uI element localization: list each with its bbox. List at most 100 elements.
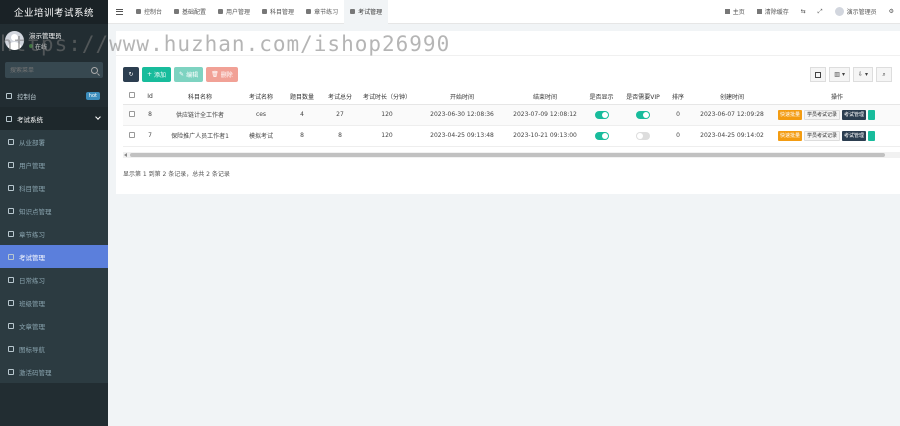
batch-button[interactable]: 快速批量 bbox=[778, 109, 803, 120]
checkbox[interactable] bbox=[129, 131, 135, 138]
sidebar-item-exam-manage[interactable]: 考试管理 bbox=[0, 245, 108, 268]
header-vip[interactable]: 是否需要VIP bbox=[620, 89, 666, 105]
gear-icon bbox=[8, 138, 14, 145]
gear-icon[interactable]: ⚙ bbox=[883, 8, 900, 15]
exam-manage-button[interactable]: 考试管理 bbox=[842, 109, 867, 120]
records-button[interactable]: 学员考试记录 bbox=[804, 130, 841, 141]
show-toggle[interactable] bbox=[594, 110, 609, 119]
search-icon[interactable] bbox=[91, 66, 98, 74]
caret-down-icon: ▾ bbox=[841, 71, 845, 78]
tab-subjects[interactable]: 科目管理 bbox=[256, 0, 300, 24]
home-icon bbox=[724, 9, 730, 14]
toolbar: ↻ + 添加 ✎ 编辑 🗑 删除 bbox=[123, 67, 238, 82]
home-link[interactable]: 主页 bbox=[719, 7, 751, 16]
search-toggle-button[interactable]: ⌕ bbox=[876, 67, 892, 82]
hot-badge: hot bbox=[85, 91, 100, 100]
fullscreen-icon[interactable]: ⤢ bbox=[812, 8, 829, 16]
sidebar-item-knowledge[interactable]: 知识点管理 bbox=[0, 199, 108, 222]
header-exam-name[interactable]: 考试名称 bbox=[241, 89, 281, 105]
header-end-time[interactable]: 结束时间 bbox=[507, 89, 583, 105]
sidebar-item-deploy[interactable]: 从业部署 bbox=[0, 130, 108, 153]
sidebar-item-icon-nav[interactable]: 图标导航 bbox=[0, 337, 108, 360]
cell-actions: 快速批量 学员考试记录 考试管理 bbox=[774, 104, 900, 126]
export-button[interactable]: ⇩ ▾ bbox=[852, 67, 873, 82]
graduation-icon bbox=[350, 9, 356, 14]
refresh-button[interactable]: ↻ bbox=[123, 67, 139, 82]
records-button[interactable]: 学员考试记录 bbox=[804, 109, 841, 120]
avatar bbox=[834, 7, 844, 16]
vip-toggle[interactable] bbox=[636, 110, 650, 119]
header-id[interactable]: Id bbox=[141, 89, 159, 105]
book-icon bbox=[8, 207, 14, 214]
batch-button[interactable]: 快速批量 bbox=[778, 130, 803, 141]
key-icon bbox=[8, 368, 14, 375]
edit-button[interactable]: ✎ 编辑 bbox=[174, 67, 204, 82]
pencil-icon: ✎ bbox=[179, 71, 185, 78]
cell-score: 27 bbox=[323, 104, 357, 126]
header-select-all[interactable] bbox=[123, 89, 141, 105]
grid-icon bbox=[8, 345, 14, 352]
scroll-left-icon[interactable] bbox=[124, 153, 127, 157]
columns-button[interactable]: ▥ ▾ bbox=[829, 67, 850, 82]
clear-cache-button[interactable]: 清除缓存 bbox=[751, 7, 795, 16]
row-checkbox[interactable] bbox=[123, 104, 141, 126]
row-checkbox[interactable] bbox=[123, 125, 141, 147]
user-menu[interactable]: 演示管理员 bbox=[829, 7, 883, 16]
table-row[interactable]: 8 供应链计全工作者 ces 4 27 120 2023-06-30 12:08… bbox=[123, 104, 900, 126]
user-name: 演示管理员 bbox=[29, 31, 62, 40]
tab-dashboard[interactable]: 控制台 bbox=[130, 0, 168, 24]
edit-row-icon[interactable] bbox=[868, 130, 876, 141]
header-show[interactable]: 是否显示 bbox=[583, 89, 620, 105]
add-button[interactable]: + 添加 bbox=[142, 67, 172, 82]
sidebar-item-class[interactable]: 班级管理 bbox=[0, 291, 108, 314]
toggle-view-button[interactable] bbox=[810, 67, 827, 82]
sidebar-item-activation[interactable]: 激活码管理 bbox=[0, 360, 108, 383]
header-total-score[interactable]: 考试总分 bbox=[323, 89, 357, 105]
pencil-icon bbox=[306, 9, 312, 14]
tab-users[interactable]: 用户管理 bbox=[212, 0, 256, 24]
tab-config[interactable]: 基础配置 bbox=[168, 0, 212, 24]
user-panel: 演示管理员 在线 bbox=[0, 24, 108, 56]
tab-exam-manage[interactable]: 考试管理 bbox=[344, 0, 389, 24]
sidebar-item-users[interactable]: 用户管理 bbox=[0, 153, 108, 176]
header-created[interactable]: 创建时间 bbox=[690, 89, 774, 105]
sidebar-item-dashboard[interactable]: 控制台 hot bbox=[0, 84, 108, 107]
tab-chapter[interactable]: 章节练习 bbox=[300, 0, 344, 24]
header-duration[interactable]: 考试时长（分钟） bbox=[357, 89, 417, 105]
header-sort[interactable]: 排序 bbox=[666, 89, 690, 105]
show-toggle[interactable] bbox=[594, 131, 609, 140]
delete-button[interactable]: 🗑 删除 bbox=[206, 67, 238, 82]
checkbox[interactable] bbox=[129, 92, 135, 99]
cell-score: 8 bbox=[323, 125, 357, 147]
pagination-info: 显示第 1 到第 2 条记录，总共 2 条记录 bbox=[123, 171, 230, 178]
cell-sort: 0 bbox=[666, 125, 690, 147]
menu-toggle-icon[interactable] bbox=[108, 8, 130, 15]
edit-row-icon[interactable] bbox=[868, 109, 876, 120]
language-icon[interactable]: ⇆ bbox=[795, 8, 812, 15]
calendar-icon bbox=[8, 276, 14, 283]
horizontal-scrollbar[interactable] bbox=[123, 152, 900, 158]
header-subject[interactable]: 科目名称 bbox=[159, 89, 241, 105]
sidebar-item-exam-system[interactable]: 考试系统 bbox=[0, 107, 108, 130]
sidebar: 企业培训考试系统 演示管理员 在线 控制台hot 考试系统 从业部署 用户管理 … bbox=[0, 0, 108, 426]
header-question-count[interactable]: 题目数量 bbox=[281, 89, 323, 105]
sidebar-item-subjects[interactable]: 科目管理 bbox=[0, 176, 108, 199]
header-actions: 操作 bbox=[774, 89, 900, 105]
checkbox[interactable] bbox=[129, 110, 135, 117]
exam-manage-button[interactable]: 考试管理 bbox=[842, 130, 867, 141]
sidebar-item-articles[interactable]: 文章管理 bbox=[0, 314, 108, 337]
cell-show bbox=[583, 104, 620, 126]
pencil-icon bbox=[8, 230, 14, 237]
scrollbar-thumb[interactable] bbox=[130, 153, 885, 157]
header-start-time[interactable]: 开始时间 bbox=[417, 89, 507, 105]
vip-toggle[interactable] bbox=[636, 131, 650, 140]
sidebar-search bbox=[5, 62, 103, 78]
cell-duration: 120 bbox=[357, 104, 417, 126]
sidebar-item-daily-practice[interactable]: 日常练习 bbox=[0, 268, 108, 291]
graduation-icon bbox=[8, 253, 14, 260]
table-row[interactable]: 7 保险推广人员工作者1 模拟考试 8 8 120 2023-04-25 09:… bbox=[123, 125, 900, 147]
sidebar-item-chapter-practice[interactable]: 章节练习 bbox=[0, 222, 108, 245]
dashboard-icon bbox=[6, 92, 12, 99]
group-icon bbox=[8, 299, 14, 306]
search-input[interactable] bbox=[10, 66, 80, 74]
